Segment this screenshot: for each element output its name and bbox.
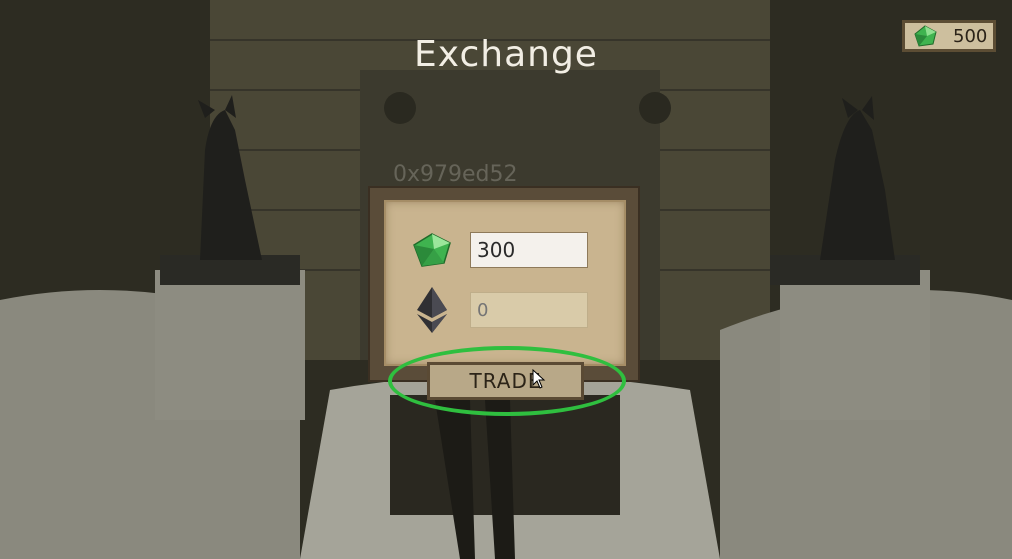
mouse-cursor-icon [532,369,546,389]
currency-counter: 500 [902,20,996,52]
green-gem-icon [410,228,454,272]
green-gem-icon [914,25,937,47]
ethereum-icon [410,287,454,333]
background-address-label: 0x979ed52 [393,162,518,187]
currency-amount: 500 [953,25,988,47]
from-row [410,228,588,272]
to-row [410,287,588,333]
page-title: Exchange [414,34,598,75]
eth-amount-output[interactable] [470,292,588,328]
exchange-panel [368,186,640,382]
parchment-background [384,200,626,366]
trade-button[interactable]: TRADE [427,362,584,400]
gem-amount-input[interactable] [470,232,588,268]
